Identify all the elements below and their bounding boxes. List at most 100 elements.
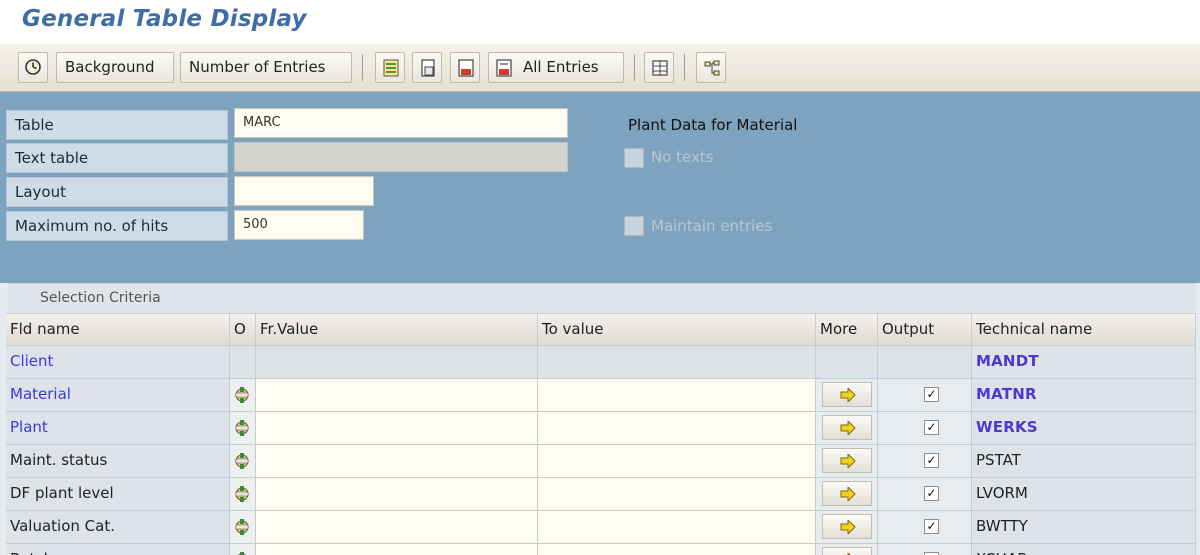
table-row: Client MANDT [6, 346, 1196, 379]
column-header-to-value[interactable]: To value [538, 313, 816, 346]
column-header-technical-name[interactable]: Technical name [972, 313, 1196, 346]
table-row: Material ✓ MATNR [6, 379, 1196, 412]
layout-field[interactable] [234, 176, 374, 206]
background-button[interactable]: Background [56, 52, 174, 83]
output-cell: ✓ [878, 544, 972, 555]
arrow-right-icon [840, 454, 856, 468]
output-checkbox[interactable]: ✓ [924, 453, 939, 468]
from-value-input[interactable] [256, 412, 538, 445]
more-cell [816, 478, 878, 511]
layout-button[interactable] [644, 52, 674, 83]
technical-name-cell: BWTTY [972, 511, 1196, 544]
to-value-input[interactable] [538, 478, 816, 511]
output-checkbox[interactable]: ✓ [924, 420, 939, 435]
layout-label: Layout [6, 177, 228, 207]
no-texts-label: No texts [651, 148, 714, 166]
all-entries-button[interactable]: All Entries [488, 52, 624, 83]
output-cell [878, 346, 972, 379]
from-value-input[interactable] [256, 445, 538, 478]
to-value-input [538, 346, 816, 379]
field-hierarchy-icon [704, 60, 720, 76]
field-name-cell: Batches [6, 544, 230, 555]
column-header-more[interactable]: More [816, 313, 878, 346]
table-row: Maint. status ✓ PSTAT [6, 445, 1196, 478]
technical-name-cell: PSTAT [972, 445, 1196, 478]
selection-criteria-title: Selection Criteria [8, 283, 1196, 313]
output-checkbox[interactable]: ✓ [924, 519, 939, 534]
to-value-input[interactable] [538, 544, 816, 555]
arrow-right-icon [840, 388, 856, 402]
arrow-right-icon [840, 520, 856, 534]
selection-option-icon [235, 453, 249, 469]
field-name-cell: Valuation Cat. [6, 511, 230, 544]
option-cell[interactable] [230, 445, 256, 478]
output-cell: ✓ [878, 478, 972, 511]
to-value-input[interactable] [538, 379, 816, 412]
window-title: General Table Display [22, 6, 307, 32]
field-name-cell: Maint. status [6, 445, 230, 478]
multiple-selection-button[interactable] [822, 481, 872, 506]
option-cell[interactable] [230, 544, 256, 555]
from-value-input[interactable] [256, 544, 538, 555]
maintain-entries-label: Maintain entries [651, 217, 773, 235]
execute-clock-icon [25, 59, 41, 75]
field-name-cell: Client [6, 346, 230, 379]
multiple-selection-button[interactable] [822, 382, 872, 407]
toolbar-separator [684, 54, 685, 81]
to-value-input[interactable] [538, 511, 816, 544]
arrow-right-icon [840, 421, 856, 435]
multiple-selection-button[interactable] [822, 547, 872, 555]
max-hits-field[interactable]: 500 [234, 210, 364, 240]
number-of-entries-button[interactable]: Number of Entries [180, 52, 352, 83]
more-cell [816, 445, 878, 478]
selection-option-icon [235, 420, 249, 436]
option-cell[interactable] [230, 478, 256, 511]
technical-name-cell: WERKS [972, 412, 1196, 445]
more-cell [816, 412, 878, 445]
from-value-input[interactable] [256, 511, 538, 544]
selection-option-icon [235, 519, 249, 535]
from-value-input[interactable] [256, 379, 538, 412]
table-description: Plant Data for Material [628, 116, 798, 134]
selection-option-icon [235, 486, 249, 502]
table-name-field[interactable]: MARC [234, 108, 568, 138]
arrow-right-icon [840, 487, 856, 501]
output-checkbox[interactable]: ✓ [924, 486, 939, 501]
no-texts-checkbox [624, 148, 644, 168]
option-cell[interactable] [230, 379, 256, 412]
maintain-entries-checkbox [624, 216, 644, 236]
output-cell: ✓ [878, 379, 972, 412]
save-variant-button[interactable] [450, 52, 480, 83]
text-table-label: Text table [6, 143, 228, 173]
table-contents-icon [383, 59, 399, 77]
table-contents-button[interactable] [375, 52, 405, 83]
multiple-selection-button[interactable] [822, 514, 872, 539]
display-document-button[interactable] [412, 52, 442, 83]
more-cell [816, 544, 878, 555]
table-row: Batches ✓ XCHAR [6, 544, 1196, 555]
multiple-selection-button[interactable] [822, 448, 872, 473]
selection-option-icon [237, 552, 247, 555]
column-header-option[interactable]: O [230, 313, 256, 346]
to-value-input[interactable] [538, 445, 816, 478]
column-header-output[interactable]: Output [878, 313, 972, 346]
more-cell [816, 511, 878, 544]
column-header-field-name[interactable]: Fld name [6, 313, 230, 346]
multiple-selection-button[interactable] [822, 415, 872, 440]
option-cell[interactable] [230, 412, 256, 445]
execute-button[interactable] [18, 52, 48, 83]
save-variant-icon [458, 59, 474, 77]
document-icon [421, 59, 435, 77]
technical-name-cell: LVORM [972, 478, 1196, 511]
option-cell[interactable] [230, 511, 256, 544]
column-header-from-value[interactable]: Fr.Value [256, 313, 538, 346]
from-value-input[interactable] [256, 478, 538, 511]
application-toolbar: Background Number of Entries All Entries [0, 44, 1200, 92]
output-checkbox[interactable]: ✓ [924, 387, 939, 402]
max-hits-label: Maximum no. of hits [6, 211, 228, 241]
field-selection-button[interactable] [696, 52, 726, 83]
table-row: Plant ✓ WERKS [6, 412, 1196, 445]
to-value-input[interactable] [538, 412, 816, 445]
table-header-area: Table MARC Text table Layout Maximum no.… [0, 92, 1200, 283]
option-cell [230, 346, 256, 379]
